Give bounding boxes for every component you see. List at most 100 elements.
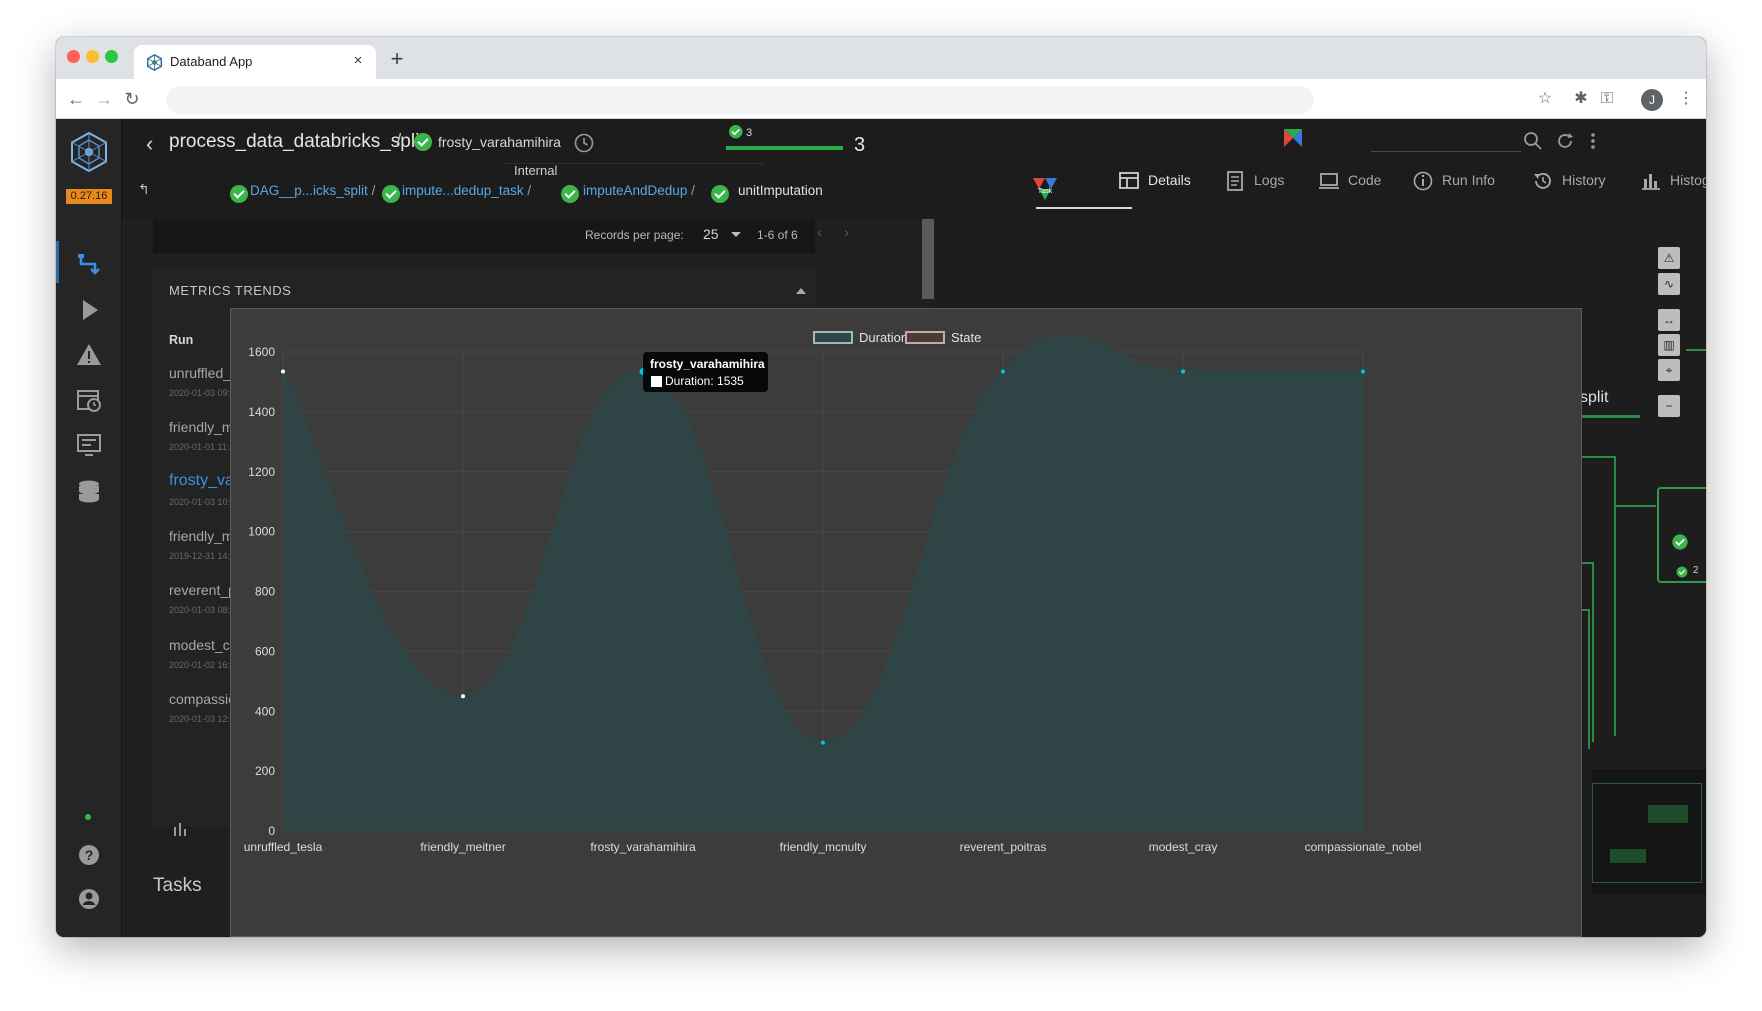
- back-arrow-icon[interactable]: ←: [64, 87, 88, 111]
- datastore-database-icon[interactable]: [75, 478, 103, 506]
- legend-state-label[interactable]: State: [951, 330, 981, 345]
- back-chevron-icon[interactable]: ‹: [146, 131, 153, 157]
- title-separator: /: [396, 131, 402, 152]
- pane-scrollbar[interactable]: [922, 219, 934, 299]
- crumb-success-icon: [230, 185, 248, 203]
- databand-app: 0.27.16 ? ‹ process_data_databricks_spli…: [56, 119, 1706, 937]
- x-tick-label: reverent_poitras: [960, 840, 1047, 854]
- previous-page-icon[interactable]: ‹: [817, 224, 822, 241]
- graph-task-node[interactable]: 2: [1657, 487, 1706, 583]
- header-search-input[interactable]: [1371, 151, 1521, 152]
- graph-edge: [1588, 609, 1590, 749]
- refresh-icon[interactable]: [1554, 130, 1576, 152]
- metrics-trend-chart[interactable]: 0 200 400 600 800 1000 1200 1400 1600 unruffled_t…: [230, 308, 1582, 937]
- clock-icon[interactable]: [573, 132, 595, 154]
- x-tick-label: friendly_meitner: [420, 840, 505, 854]
- tooltip-value: Duration: 1535: [665, 374, 744, 388]
- code-icon: [1319, 173, 1339, 189]
- node-task-count: 2: [1693, 565, 1699, 576]
- reload-icon[interactable]: ↻: [120, 87, 144, 111]
- breadcrumb-impute-and-dedup[interactable]: imputeAndDedup /: [583, 183, 695, 198]
- scheduled-calendar-icon[interactable]: [75, 386, 103, 414]
- legend-state-swatch[interactable]: [905, 331, 945, 344]
- new-tab-button[interactable]: +: [386, 48, 408, 71]
- extensions-icon[interactable]: ✱: [1570, 88, 1592, 110]
- bookmark-star-icon[interactable]: ☆: [1534, 88, 1556, 110]
- x-tick-label: frosty_varahamihira: [590, 840, 696, 854]
- x-tick-label: modest_cray: [1149, 840, 1218, 854]
- user-account-icon[interactable]: [75, 885, 103, 913]
- duration-point: [1361, 369, 1365, 374]
- graph-edge: [1614, 505, 1656, 507]
- duration-point: [281, 369, 285, 374]
- browser-toolbar: ← → ↻ ☆ ✱ ⚿ J ⋮: [56, 79, 1706, 119]
- breadcrumb-dag[interactable]: DAG__p...icks_split /: [250, 183, 375, 198]
- browser-tab[interactable]: Databand App ×: [134, 45, 376, 79]
- histograms-icon: [1642, 174, 1660, 190]
- table-pagination: Records per page: 25 1-6 of 6 ‹ ›: [153, 219, 849, 253]
- databand-logo-icon[interactable]: [68, 131, 110, 173]
- graph-edge: [1574, 415, 1640, 418]
- next-page-icon[interactable]: ›: [844, 224, 849, 241]
- node-success-icon: [1672, 534, 1688, 550]
- tasks-progress-bar: [726, 146, 843, 150]
- browser-tab-strip: Databand App × +: [56, 37, 1706, 79]
- tab-close-icon[interactable]: ×: [348, 51, 368, 71]
- breadcrumb-impute-task[interactable]: impute...dedup_task /: [402, 183, 531, 198]
- legend-duration-swatch[interactable]: [813, 331, 853, 344]
- breadcrumb-up-icon[interactable]: ↰: [138, 181, 150, 198]
- y-tick-label: 0: [268, 824, 275, 838]
- graph-pulse-tool-icon[interactable]: ∿: [1658, 273, 1680, 295]
- tooltip-title: frosty_varahamihira: [650, 357, 765, 371]
- databand-favicon-icon: [146, 54, 163, 71]
- profile-avatar[interactable]: J: [1641, 89, 1663, 111]
- duration-point: [461, 694, 465, 699]
- crumb-success-icon: [561, 185, 579, 203]
- runs-play-icon[interactable]: [75, 296, 103, 324]
- airflow-brand-icon: [1284, 129, 1302, 147]
- graph-warning-tool-icon[interactable]: ⚠: [1658, 247, 1680, 269]
- bar-chart-icon[interactable]: [172, 821, 188, 837]
- key-icon[interactable]: ⚿: [1596, 88, 1618, 110]
- chevron-down-icon[interactable]: [731, 232, 741, 237]
- chart-tooltip: frosty_varahamihira Duration: 1535: [643, 352, 768, 392]
- y-tick-label: 600: [255, 644, 275, 658]
- tasks-section-title: Tasks: [153, 875, 202, 896]
- duration-point: [1001, 369, 1005, 374]
- graph-node-label[interactable]: split: [1580, 389, 1608, 407]
- pipeline-title[interactable]: process_data_databricks_split: [169, 131, 425, 153]
- active-tab-underline: [1036, 207, 1132, 209]
- details-icon: [1119, 172, 1139, 189]
- collapse-caret-icon[interactable]: [796, 288, 806, 294]
- internal-label: Internal: [514, 163, 558, 178]
- legend-duration-label[interactable]: Duration: [859, 330, 908, 345]
- graph-edge: [1614, 456, 1616, 736]
- duration-point: [1181, 369, 1185, 374]
- graph-zoom-out-icon[interactable]: −: [1658, 395, 1680, 417]
- records-per-page-select[interactable]: 25: [703, 226, 719, 242]
- maximize-window-button[interactable]: [105, 50, 118, 63]
- search-icon[interactable]: [1522, 130, 1544, 152]
- graph-center-icon[interactable]: ⌖: [1658, 359, 1680, 381]
- more-menu-icon[interactable]: [1582, 130, 1604, 152]
- tab-title: Databand App: [170, 54, 253, 69]
- crumb-success-icon: [711, 185, 729, 203]
- graph-fit-width-icon[interactable]: ↔: [1658, 309, 1680, 331]
- graph-map-icon[interactable]: ▥: [1658, 334, 1680, 356]
- help-icon[interactable]: ?: [75, 841, 103, 869]
- x-tick-label: compassionate_nobel: [1305, 840, 1422, 854]
- x-tick-label: unruffled_tesla: [244, 840, 323, 854]
- minimize-window-button[interactable]: [86, 50, 99, 63]
- records-per-page-label: Records per page:: [585, 228, 684, 242]
- browser-menu-icon[interactable]: ⋮: [1675, 88, 1697, 110]
- pipelines-icon[interactable]: [75, 251, 103, 279]
- version-badge: 0.27.16: [66, 189, 112, 204]
- forward-arrow-icon[interactable]: →: [92, 87, 116, 111]
- monitor-icon[interactable]: [75, 431, 103, 459]
- node-tasks-success-icon: [1676, 566, 1688, 578]
- run-name: frosty_varahamihira: [438, 134, 561, 150]
- close-window-button[interactable]: [67, 50, 80, 63]
- graph-minimap[interactable]: [1592, 769, 1706, 894]
- address-bar[interactable]: [166, 86, 1314, 114]
- alerts-warning-icon[interactable]: [75, 341, 103, 369]
